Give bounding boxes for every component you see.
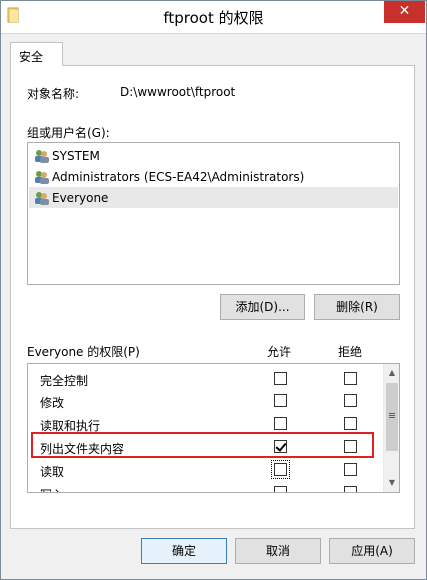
allow-checkbox[interactable] bbox=[274, 372, 287, 385]
list-item-label: Everyone bbox=[52, 191, 109, 205]
permissions-scrollbar[interactable]: ▲ ▼ bbox=[383, 364, 399, 492]
deny-checkbox[interactable] bbox=[344, 372, 357, 385]
user-group-icon bbox=[35, 171, 49, 184]
perm-row-full-control: 完全控制 bbox=[28, 367, 382, 389]
add-button[interactable]: 添加(D)... bbox=[220, 294, 305, 320]
deny-checkbox[interactable] bbox=[344, 463, 357, 476]
scroll-up-icon[interactable]: ▲ bbox=[384, 364, 399, 381]
perm-name: 读取 bbox=[40, 465, 65, 479]
list-item-administrators[interactable]: Administrators (ECS-EA42\Administrators) bbox=[29, 166, 398, 187]
deny-checkbox[interactable] bbox=[344, 394, 357, 407]
deny-checkbox[interactable] bbox=[344, 417, 357, 430]
title-bar: ftproot 的权限 ✕ bbox=[1, 1, 426, 33]
allow-checkbox[interactable] bbox=[274, 486, 287, 492]
grip-icon bbox=[389, 413, 395, 414]
allow-checkbox[interactable] bbox=[274, 394, 287, 407]
list-item-label: SYSTEM bbox=[52, 149, 100, 163]
scroll-thumb[interactable] bbox=[386, 383, 398, 451]
apply-button[interactable]: 应用(A) bbox=[329, 538, 415, 564]
cancel-button[interactable]: 取消 bbox=[235, 538, 321, 564]
permissions-dialog: ftproot 的权限 ✕ 安全 对象名称: D:\wwwroot\ftproo… bbox=[0, 0, 427, 580]
list-item-label: Administrators (ECS-EA42\Administrators) bbox=[52, 170, 305, 184]
object-name-label: 对象名称: bbox=[27, 87, 80, 101]
tab-label: 安全 bbox=[19, 50, 44, 64]
group-user-list[interactable]: SYSTEM Administrators (ECS-EA42\Administ… bbox=[27, 142, 400, 285]
perm-row-write: 写入 bbox=[28, 481, 382, 492]
highlight-box bbox=[31, 432, 374, 458]
allow-header: 允许 bbox=[267, 345, 292, 359]
allow-checkbox[interactable] bbox=[274, 417, 287, 430]
list-item-everyone[interactable]: Everyone bbox=[29, 187, 398, 208]
perm-row-modify: 修改 bbox=[28, 389, 382, 411]
perm-row-read: 读取 bbox=[28, 458, 382, 480]
permissions-label: Everyone 的权限(P) bbox=[27, 345, 140, 359]
deny-header: 拒绝 bbox=[338, 345, 363, 359]
deny-checkbox[interactable] bbox=[344, 486, 357, 492]
perm-row-read-execute: 读取和执行 bbox=[28, 412, 382, 434]
allow-checkbox[interactable] bbox=[271, 460, 290, 479]
tab-security[interactable]: 安全 bbox=[10, 42, 63, 66]
permissions-list: 完全控制 修改 读取和执行 列出文件夹内容 读取 写入 bbox=[27, 363, 400, 493]
perm-name: 完全控制 bbox=[40, 374, 89, 388]
window-title: ftproot 的权限 bbox=[163, 9, 264, 27]
close-button[interactable]: ✕ bbox=[384, 1, 425, 23]
scroll-down-icon[interactable]: ▼ bbox=[384, 474, 399, 491]
perm-name: 写入 bbox=[40, 486, 64, 492]
group-list-label: 组或用户名(G): bbox=[27, 126, 110, 140]
object-name-value: D:\wwwroot\ftproot bbox=[120, 85, 236, 99]
perm-name: 修改 bbox=[40, 396, 65, 410]
list-item-system[interactable]: SYSTEM bbox=[29, 145, 398, 166]
ok-button[interactable]: 确定 bbox=[141, 538, 227, 564]
user-group-icon bbox=[35, 192, 49, 205]
user-group-icon bbox=[35, 150, 49, 163]
remove-button[interactable]: 删除(R) bbox=[314, 294, 400, 320]
